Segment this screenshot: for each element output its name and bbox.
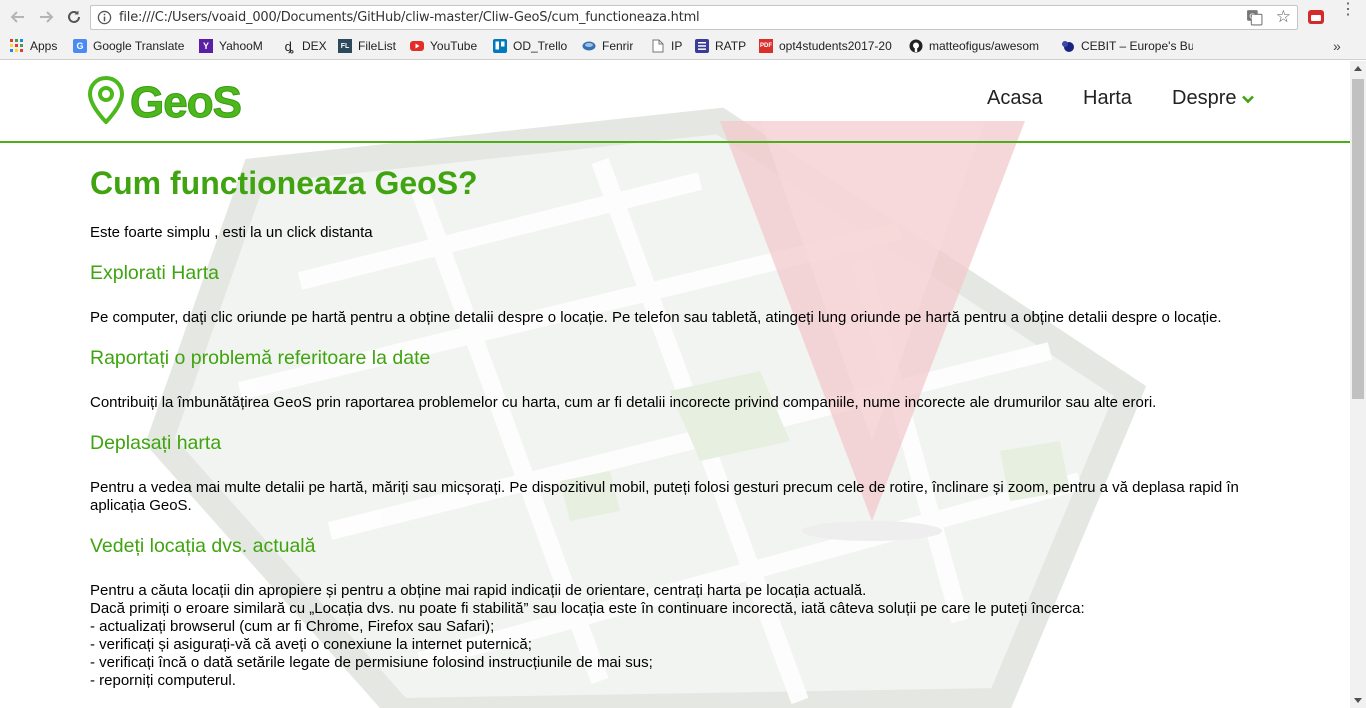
bookmark-cebit[interactable]: CEBIT – Europe's Busi <box>1061 39 1193 53</box>
bookmark-dex[interactable]: ȡ DEX <box>282 38 327 54</box>
bookmark-ip[interactable]: IP <box>651 39 682 53</box>
youtube-icon <box>410 39 424 53</box>
forward-arrow-icon[interactable] <box>36 7 56 27</box>
bookmark-apps[interactable]: Apps <box>10 39 57 53</box>
translate-page-icon[interactable]: G <box>1246 9 1263 31</box>
bookmark-od-trello[interactable]: OD_Trello <box>493 39 567 53</box>
page-viewport: GeoS Acasa Harta Despre Cum functioneaza… <box>0 61 1350 708</box>
bookmark-fenrir[interactable]: Fenrir <box>582 39 633 53</box>
page-icon <box>651 39 665 53</box>
reload-icon[interactable] <box>64 7 84 27</box>
section-heading: Deplasați harta <box>90 432 222 454</box>
section-line: Dacă primiți o eroare similară cu „Locaț… <box>90 600 1085 617</box>
yahoo-icon: Y <box>199 39 213 53</box>
nav-despre-label: Despre <box>1172 87 1237 109</box>
map-pin-icon <box>87 75 125 129</box>
main-content: Cum functioneaza GeoS? Este foarte simpl… <box>90 161 1270 690</box>
bookmark-ratp[interactable]: RATP <box>695 39 746 53</box>
section-line: - verificați și asigurați-vă că aveți o … <box>90 636 532 653</box>
logo-text: GeoS <box>130 77 243 127</box>
section-line: Pentru a căuta locații din apropiere și … <box>90 582 867 599</box>
bookmark-youtube[interactable]: YouTube <box>410 39 477 53</box>
bookmark-opt4students[interactable]: PDF opt4students2017-20 <box>759 39 895 53</box>
nav-acasa[interactable]: Acasa <box>987 87 1043 110</box>
ratp-icon <box>695 39 709 53</box>
section-line: - actualizați browserul (cum ar fi Chrom… <box>90 618 495 635</box>
back-arrow-icon[interactable] <box>8 7 28 27</box>
page-title: Cum functioneaza GeoS? <box>90 165 478 201</box>
section-text: Pentru a vedea mai multe detalii pe hart… <box>90 479 1239 514</box>
nav-harta[interactable]: Harta <box>1083 87 1132 110</box>
apps-grid-icon <box>10 39 24 53</box>
svg-text:G: G <box>1249 12 1255 21</box>
bookmark-matteofigus[interactable]: matteofigus/awesom <box>909 39 1043 53</box>
github-icon <box>909 39 923 53</box>
site-logo[interactable]: GeoS <box>87 75 243 129</box>
vertical-scrollbar[interactable] <box>1350 61 1366 708</box>
scroll-up-arrow-icon[interactable] <box>1354 66 1362 71</box>
scrollbar-thumb[interactable] <box>1352 79 1364 399</box>
section-text: Contribuiți la îmbunătățirea GeoS prin r… <box>90 394 1157 411</box>
section-heading: Raportați o problemă referitoare la date <box>90 347 431 369</box>
pdf-icon: PDF <box>759 39 773 53</box>
bookmark-google-translate[interactable]: G Google Translate <box>73 39 184 53</box>
section-heading: Explorati Harta <box>90 262 219 284</box>
bookmark-yahoom[interactable]: Y YahooM <box>199 39 263 53</box>
browser-menu-icon[interactable]: ⋮ <box>1340 2 1356 18</box>
bookmark-star-icon[interactable]: ☆ <box>1276 7 1291 27</box>
section-line: - reporniți computerul. <box>90 672 236 689</box>
nav-despre[interactable]: Despre <box>1172 87 1255 110</box>
site-header: GeoS Acasa Harta Despre <box>0 61 1350 143</box>
cebit-icon <box>1061 39 1075 53</box>
chevron-down-icon <box>1242 87 1255 110</box>
bookmark-filelist[interactable]: FL FileList <box>338 39 396 53</box>
trello-icon <box>493 39 507 53</box>
filelist-icon: FL <box>338 39 352 53</box>
fenrir-icon <box>582 39 596 53</box>
google-translate-icon: G <box>73 39 87 53</box>
info-icon[interactable] <box>97 10 112 30</box>
section-heading: Vedeți locația dvs. actuală <box>90 535 316 557</box>
section-text: Pe computer, dați clic oriunde pe hartă … <box>90 309 1222 326</box>
address-bar[interactable]: file:///C:/Users/voaid_000/Documents/Git… <box>90 5 1298 30</box>
scroll-down-arrow-icon[interactable] <box>1354 698 1362 703</box>
bookmarks-bar: Apps G Google Translate Y YahooM ȡ DEX F… <box>0 35 1366 60</box>
url-text[interactable]: file:///C:/Users/voaid_000/Documents/Git… <box>119 10 700 25</box>
dex-icon: ȡ <box>284 38 294 54</box>
section-line: - verificați încă o dată setările legate… <box>90 654 653 671</box>
youtube-extension-icon[interactable] <box>1307 8 1325 31</box>
intro-text: Este foarte simplu , esti la un click di… <box>90 224 373 241</box>
browser-toolbar: file:///C:/Users/voaid_000/Documents/Git… <box>0 0 1366 35</box>
bookmarks-overflow-icon[interactable]: » <box>1333 38 1341 54</box>
